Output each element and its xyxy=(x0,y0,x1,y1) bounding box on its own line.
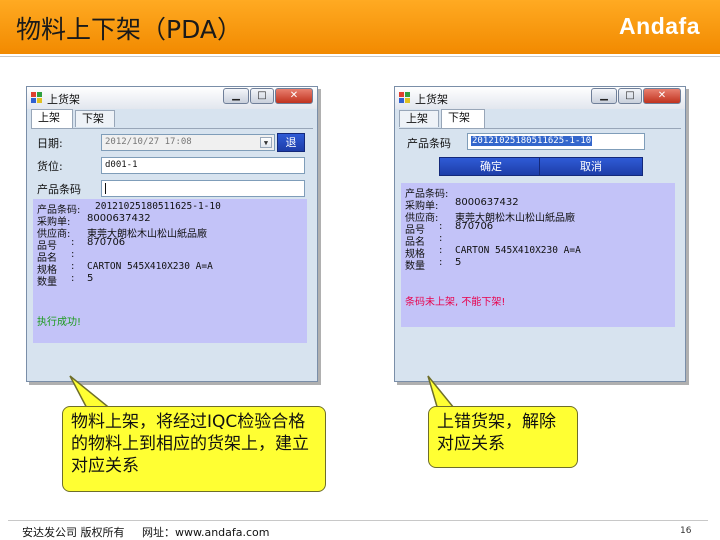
pda-window-left: 上货架 ▁ □ ✕ 上架 下架 日期: 2012/10/27 17:08 ▼ 退… xyxy=(26,86,318,382)
barcode-label: 产品条码 xyxy=(37,183,81,196)
window-body: 上架 下架 日期: 2012/10/27 17:08 ▼ 退 货位: d001-… xyxy=(27,109,317,381)
date-picker[interactable]: 2012/10/27 17:08 ▼ xyxy=(101,134,275,151)
shelf-label: 货位: xyxy=(37,160,63,173)
tab-shelve-down[interactable]: 下架 xyxy=(75,110,115,127)
window-title: 上货架 xyxy=(415,93,448,106)
slide-title: 物料上下架（PDA） xyxy=(16,15,242,44)
footer-divider xyxy=(8,520,708,521)
tab-divider xyxy=(399,128,681,129)
close-button[interactable]: ✕ xyxy=(275,88,313,104)
callout-shelve-up: 物料上架，将经过IQC检验合格的物料上到相应的货架上，建立对应关系 xyxy=(62,406,326,492)
maximize-button[interactable]: □ xyxy=(618,88,642,104)
minimize-button[interactable]: ▁ xyxy=(223,88,249,104)
tab-shelve-up[interactable]: 上架 xyxy=(31,109,73,128)
status-message: 条码未上架, 不能下架! xyxy=(405,297,506,308)
page-number: 16 xyxy=(680,526,692,536)
shelf-input[interactable]: d001-1 xyxy=(101,157,305,174)
title-bar[interactable]: 上货架 ▁ □ ✕ xyxy=(27,87,317,109)
chevron-down-icon[interactable]: ▼ xyxy=(260,137,272,148)
status-message: 执行成功! xyxy=(37,317,82,328)
info-panel: 产品条码: 20121025180511625-1-10 采购单: 80006374… xyxy=(33,199,307,343)
date-value: 2012/10/27 17:08 xyxy=(105,137,192,147)
barcode-label: 产品条码 xyxy=(407,137,451,150)
app-icon xyxy=(31,92,42,103)
pda-window-right: 上货架 ▁ □ ✕ 上架 下架 产品条码 20121025180511625-1… xyxy=(394,86,686,382)
maximize-button[interactable]: □ xyxy=(250,88,274,104)
exit-button[interactable]: 退 xyxy=(277,133,305,152)
slide-header: 物料上下架（PDA） Andafa xyxy=(0,0,720,54)
app-icon xyxy=(399,92,410,103)
header-divider xyxy=(0,56,720,57)
confirm-button[interactable]: 确定 xyxy=(439,157,543,176)
footer-copyright: 安达发公司 版权所有 网址：www.andafa.com xyxy=(22,526,270,539)
window-title: 上货架 xyxy=(47,93,80,106)
title-bar[interactable]: 上货架 ▁ □ ✕ xyxy=(395,87,685,109)
barcode-input[interactable] xyxy=(101,180,305,197)
tab-divider xyxy=(31,128,313,129)
tab-shelve-up[interactable]: 上架 xyxy=(399,110,439,127)
window-body: 上架 下架 产品条码 20121025180511625-1-10 确定 取消 … xyxy=(395,109,685,381)
info-panel: 产品条码: 采购单: 8000637432 供应商: 東莞大朗松木山松山紙品廠 品号… xyxy=(401,183,675,327)
text-cursor xyxy=(105,183,106,194)
tab-shelve-down[interactable]: 下架 xyxy=(441,109,485,128)
minimize-button[interactable]: ▁ xyxy=(591,88,617,104)
brand-logo: Andafa xyxy=(619,13,700,39)
callout-shelve-down: 上错货架，解除对应关系 xyxy=(428,406,578,468)
close-button[interactable]: ✕ xyxy=(643,88,681,104)
cancel-button[interactable]: 取消 xyxy=(539,157,643,176)
barcode-input[interactable]: 20121025180511625-1-10 xyxy=(467,133,645,150)
barcode-value: 20121025180511625-1-10 xyxy=(471,136,593,146)
date-label: 日期: xyxy=(37,137,63,150)
